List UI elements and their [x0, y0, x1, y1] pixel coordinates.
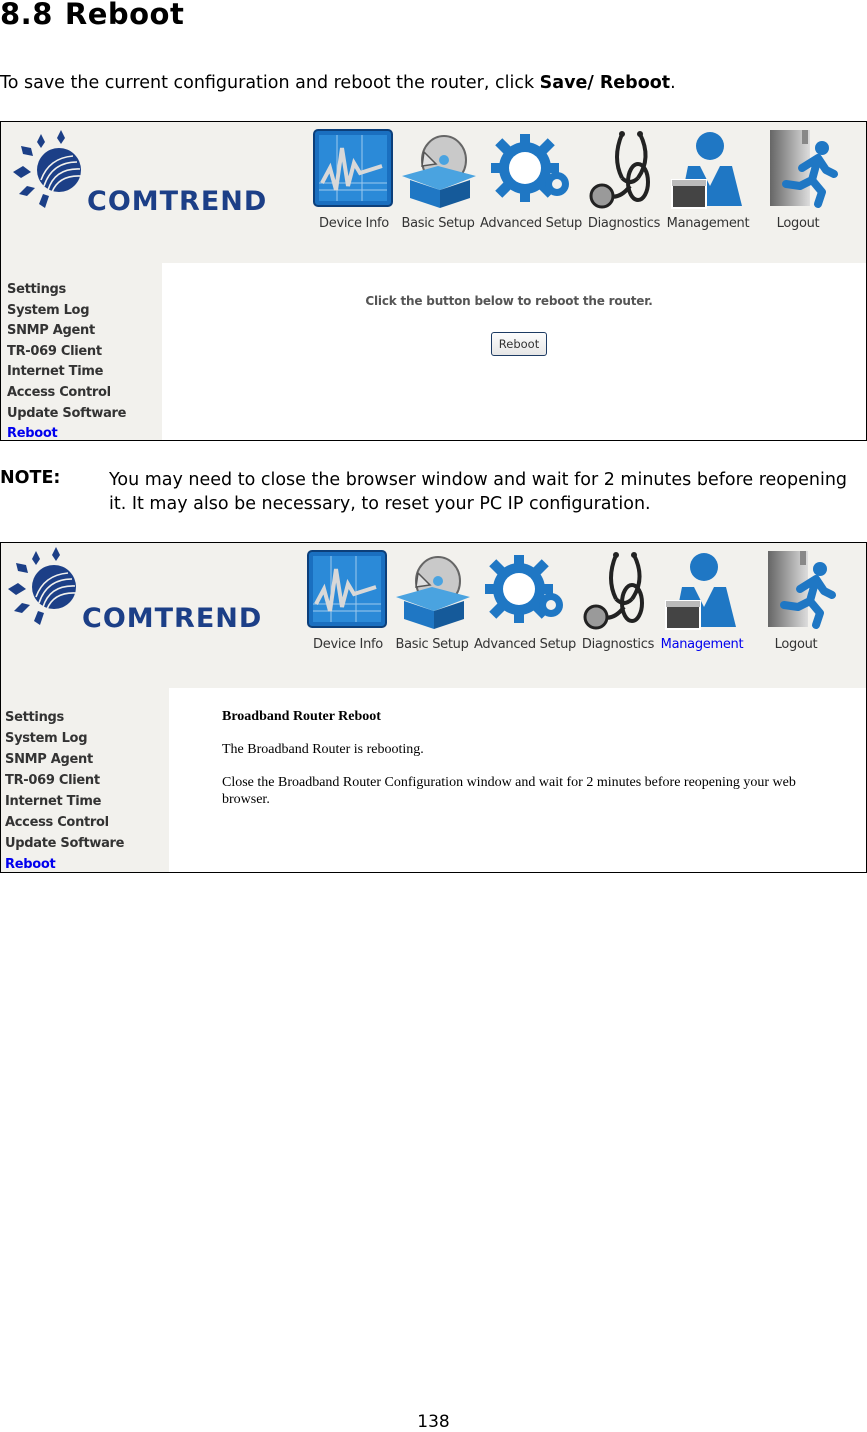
intro-bold-term: Save/ Reboot [539, 73, 671, 93]
sidebar-item-internet-time[interactable]: Internet Time [7, 362, 126, 383]
nav-label: Device Info [313, 637, 383, 652]
sidebar-item-internet-time[interactable]: Internet Time [5, 791, 124, 812]
device-info-icon [307, 550, 387, 628]
screenshot-reboot-page: COMTREND Device Info Basic Setup Advance… [0, 121, 867, 441]
sidebar-item-update-software[interactable]: Update Software [7, 404, 126, 425]
comtrend-logo: COMTREND [4, 545, 294, 635]
basic-setup-icon [402, 135, 476, 208]
top-nav: Device Info Basic Setup Advanced Setup D… [306, 549, 838, 652]
page-number: 138 [417, 1412, 450, 1432]
device-info-icon [313, 129, 393, 207]
nav-management[interactable]: Management [660, 549, 744, 652]
screenshot-rebooting-page: COMTREND Device Info Basic Setup Advance… [0, 542, 867, 873]
nav-label: Device Info [319, 216, 389, 231]
nav-management[interactable]: Management [666, 128, 750, 231]
nav-diagnostics[interactable]: Diagnostics [576, 549, 660, 652]
stethoscope-icon [583, 552, 644, 630]
sidebar-item-access-control[interactable]: Access Control [7, 383, 126, 404]
nav-basic-setup[interactable]: Basic Setup [390, 549, 474, 652]
reboot-title: Broadband Router Reboot [222, 709, 381, 724]
brand-name: COMTREND [82, 603, 263, 634]
sidebar-item-access-control[interactable]: Access Control [5, 812, 124, 833]
section-number: 8.8 [0, 0, 53, 31]
nav-label: Diagnostics [587, 216, 661, 231]
nav-label-active: Management [660, 637, 744, 652]
note-text: You may need to close the browser window… [109, 470, 848, 514]
intro-paragraph: To save the current configuration and re… [0, 73, 676, 93]
intro-text: To save the current configuration and re… [0, 73, 540, 93]
sidebar-item-tr069-client[interactable]: TR-069 Client [5, 770, 124, 791]
logout-icon [769, 130, 838, 208]
top-nav: Device Info Basic Setup Advanced Setup D… [312, 128, 840, 231]
nav-label: Advanced Setup [480, 216, 582, 231]
reboot-status: Broadband Router Reboot The Broadband Ro… [222, 708, 822, 824]
sidebar-item-reboot[interactable]: Reboot [5, 854, 124, 872]
sidebar-item-reboot[interactable]: Reboot [7, 424, 126, 440]
nav-advanced-setup[interactable]: Advanced Setup [474, 549, 576, 652]
sidebar-item-system-log[interactable]: System Log [7, 301, 126, 322]
nav-label: Management [666, 216, 750, 231]
sidebar: Settings System Log SNMP Agent TR-069 Cl… [5, 707, 124, 872]
sidebar-item-system-log[interactable]: System Log [5, 728, 124, 749]
content-panel: Click the button below to reboot the rou… [162, 263, 866, 440]
nav-logout[interactable]: Logout [756, 128, 840, 231]
nav-device-info[interactable]: Device Info [306, 549, 390, 652]
nav-basic-setup[interactable]: Basic Setup [396, 128, 480, 231]
stethoscope-icon [589, 131, 650, 209]
nav-label: Basic Setup [401, 216, 475, 231]
nav-logout[interactable]: Logout [754, 549, 838, 652]
reboot-status-text: The Broadband Router is rebooting. [222, 742, 424, 757]
basic-setup-icon [396, 556, 470, 629]
nav-label: Logout [774, 637, 818, 652]
content-panel: Broadband Router Reboot The Broadband Ro… [169, 688, 866, 872]
comtrend-sun-icon [8, 547, 77, 625]
advanced-setup-icon [484, 555, 563, 623]
sidebar-item-update-software[interactable]: Update Software [5, 833, 124, 854]
reboot-instruction: Click the button below to reboot the rou… [365, 294, 653, 308]
nav-label: Advanced Setup [474, 637, 576, 652]
sidebar: Settings System Log SNMP Agent TR-069 Cl… [7, 280, 126, 440]
nav-advanced-setup[interactable]: Advanced Setup [480, 128, 582, 231]
nav-label: Diagnostics [581, 637, 655, 652]
nav-diagnostics[interactable]: Diagnostics [582, 128, 666, 231]
nav-label: Logout [776, 216, 820, 231]
section-heading: 8.8 Reboot [0, 0, 184, 31]
sidebar-item-snmp-agent[interactable]: SNMP Agent [5, 749, 124, 770]
nav-label: Basic Setup [395, 637, 469, 652]
management-icon [664, 553, 736, 630]
intro-suffix: . [670, 73, 676, 93]
sidebar-item-tr069-client[interactable]: TR-069 Client [7, 342, 126, 363]
nav-device-info[interactable]: Device Info [312, 128, 396, 231]
sidebar-item-settings[interactable]: Settings [7, 280, 126, 301]
brand-name: COMTREND [87, 186, 268, 217]
reboot-button[interactable]: Reboot [491, 332, 547, 356]
advanced-setup-icon [490, 134, 569, 202]
sidebar-item-snmp-agent[interactable]: SNMP Agent [7, 321, 126, 342]
section-title: Reboot [64, 0, 185, 31]
management-icon [670, 132, 742, 209]
logout-icon [767, 551, 836, 629]
comtrend-sun-icon [13, 130, 82, 208]
note-label: NOTE: [0, 468, 61, 488]
sidebar-item-settings[interactable]: Settings [5, 707, 124, 728]
comtrend-logo: COMTREND [9, 128, 299, 218]
reboot-message: Close the Broadband Router Configuration… [222, 775, 796, 807]
